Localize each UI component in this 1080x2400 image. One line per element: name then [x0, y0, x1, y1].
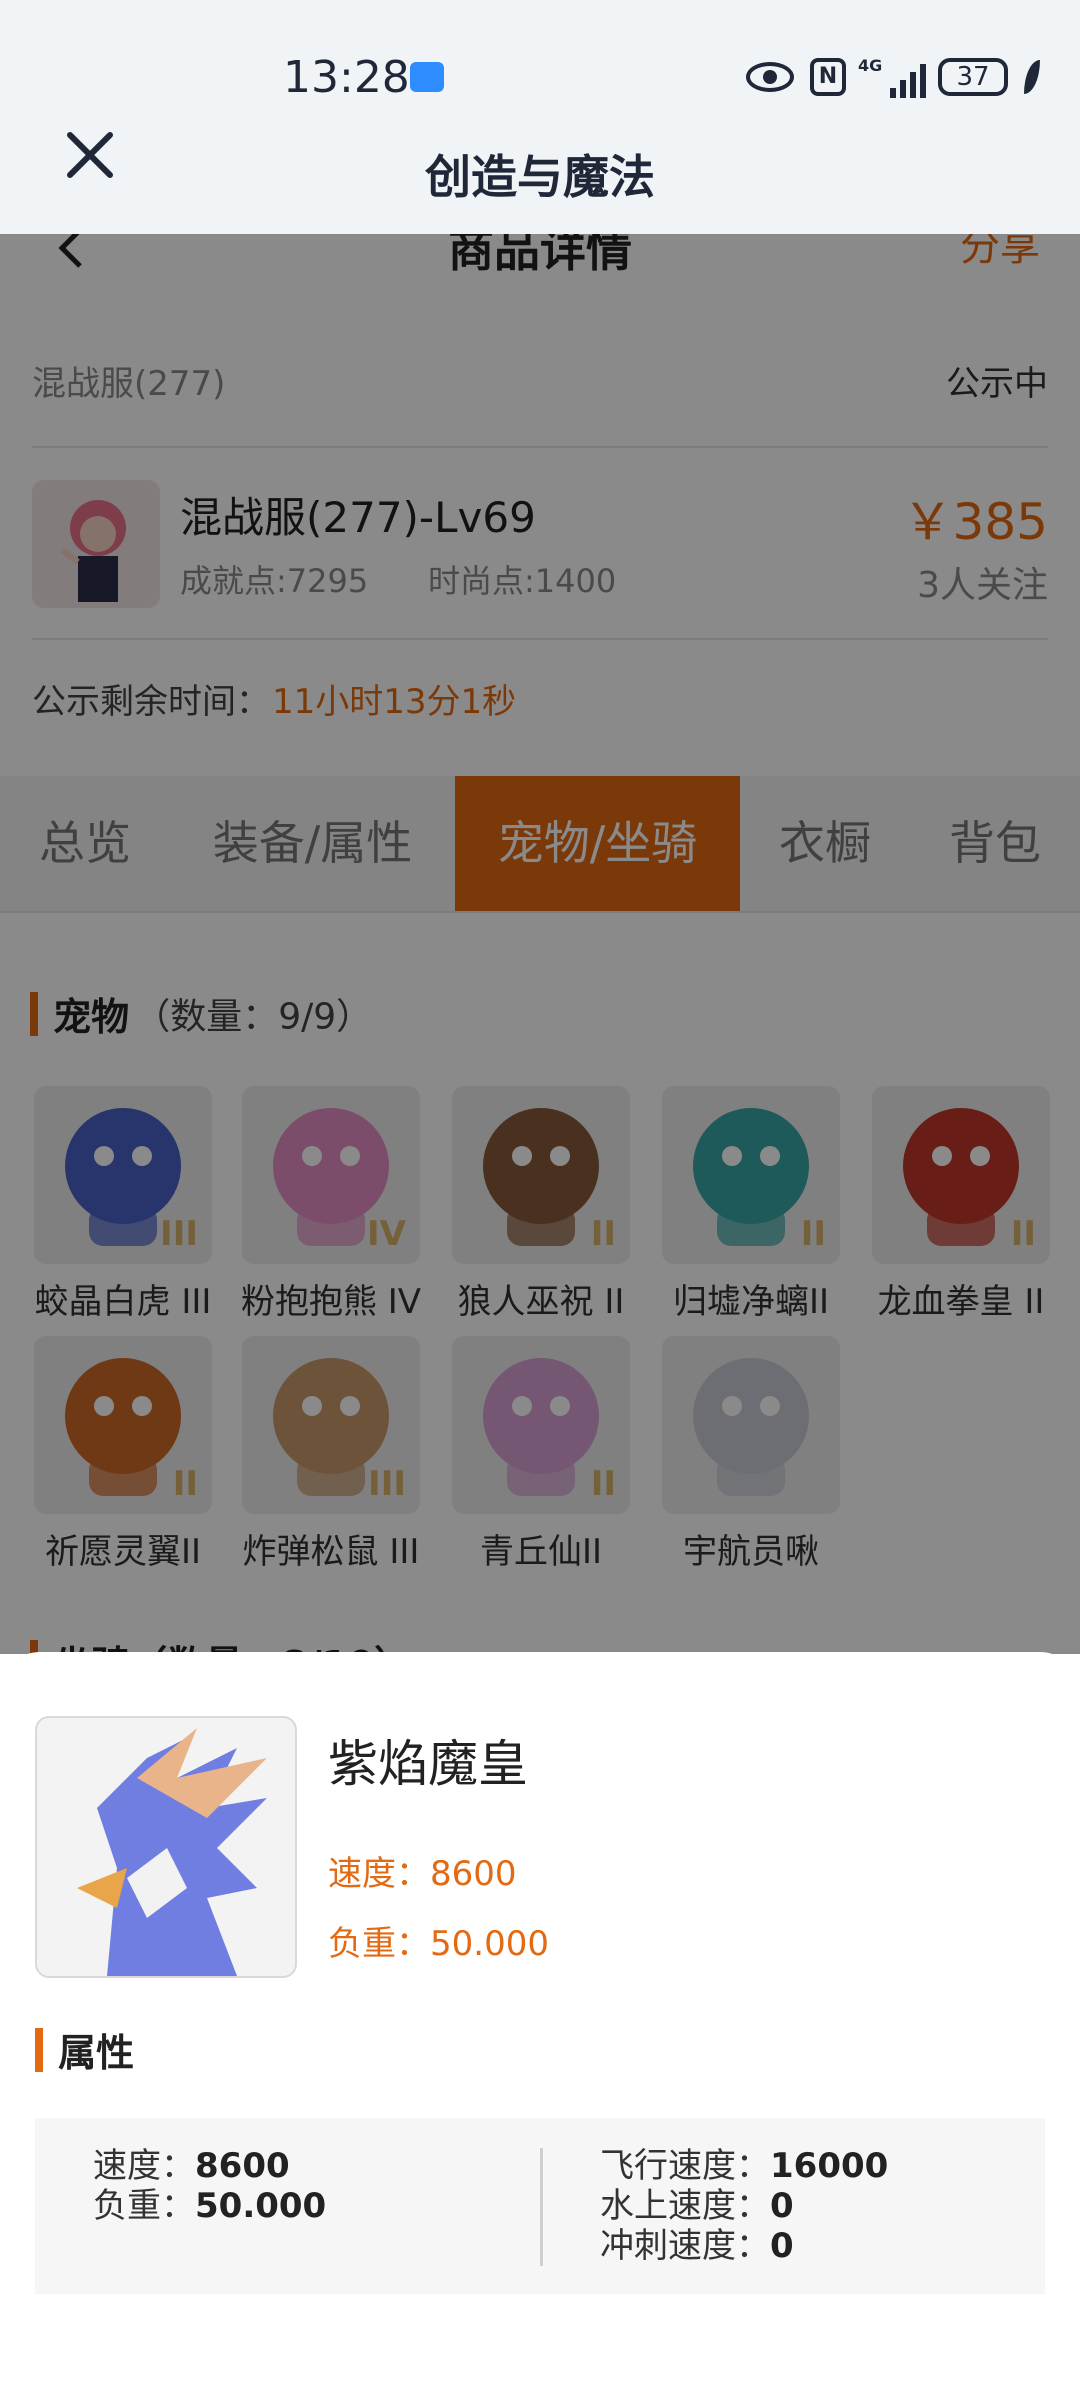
attribute-value: 50.000	[195, 2186, 327, 2226]
section-accent	[35, 2027, 43, 2072]
notification-icon	[410, 62, 444, 92]
mount-speed: 速度：8600	[328, 1846, 517, 1895]
attribute-row: 负重：50.000	[93, 2186, 326, 2226]
attribute-value: 16000	[770, 2146, 889, 2186]
attribute-row: 冲刺速度：0	[600, 2226, 888, 2266]
attribute-label: 冲刺速度：	[600, 2226, 770, 2266]
attributes-heading: 属性	[35, 2022, 134, 2075]
status-time: 13:28	[283, 52, 410, 103]
attribute-value: 0	[770, 2226, 794, 2266]
mount-name: 紫焰魔皇	[328, 1735, 528, 1793]
attributes-right: 飞行速度：16000 水上速度：0 冲刺速度：0	[600, 2146, 888, 2266]
mount-speed-value: 8600	[430, 1854, 517, 1894]
mount-load-label: 负重：	[328, 1924, 430, 1964]
battery-icon: 37	[938, 58, 1008, 96]
modal-overlay[interactable]	[0, 234, 1080, 1654]
attribute-label: 速度：	[93, 2146, 195, 2186]
attribute-value: 0	[770, 2186, 794, 2226]
signal-icon: 4G	[858, 56, 928, 98]
attribute-label: 负重：	[93, 2186, 195, 2226]
mount-image	[35, 1716, 297, 1978]
close-icon[interactable]	[60, 125, 120, 185]
mount-speed-label: 速度：	[328, 1854, 430, 1894]
attribute-label: 水上速度：	[600, 2186, 770, 2226]
attribute-row: 飞行速度：16000	[600, 2146, 888, 2186]
attribute-label: 飞行速度：	[600, 2146, 770, 2186]
attribute-row: 水上速度：0	[600, 2186, 888, 2226]
app-title: 创造与魔法	[425, 150, 655, 204]
attribute-row: 速度：8600	[93, 2146, 326, 2186]
nfc-icon: N	[810, 58, 846, 96]
attribute-value: 8600	[195, 2146, 290, 2186]
attributes-title: 属性	[58, 2031, 135, 2075]
mount-load: 负重：50.000	[328, 1916, 549, 1965]
mount-load-value: 50.000	[430, 1924, 549, 1964]
attr-column-divider	[540, 2148, 543, 2266]
attributes-panel: 速度：8600 负重：50.000 飞行速度：16000 水上速度：0 冲刺速度：0	[35, 2118, 1045, 2294]
eye-icon	[746, 62, 794, 92]
attributes-left: 速度：8600 负重：50.000	[93, 2146, 326, 2226]
